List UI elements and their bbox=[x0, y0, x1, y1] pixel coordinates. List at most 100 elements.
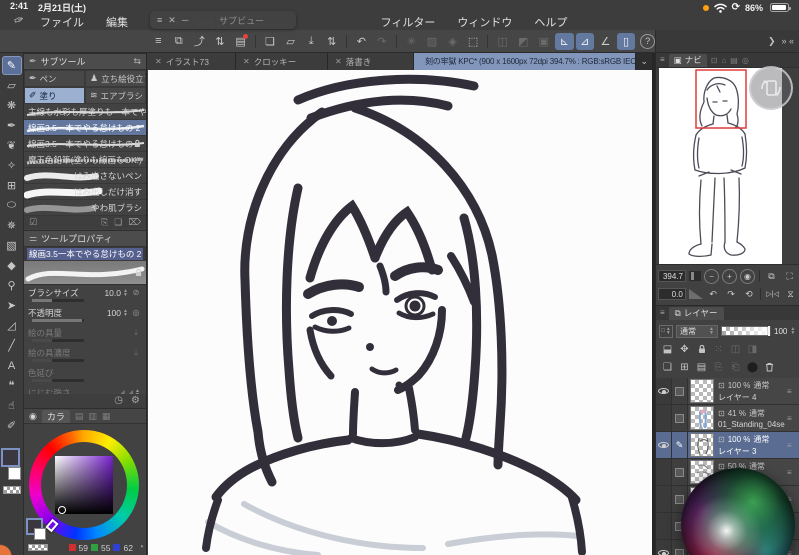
rotate-device-button[interactable] bbox=[749, 66, 793, 110]
lasso-tool-icon[interactable]: ⬭ bbox=[2, 196, 22, 215]
new-folder-icon[interactable]: ▤ bbox=[693, 360, 710, 375]
pen-tool-icon[interactable]: ✎ bbox=[1, 56, 22, 75]
doc-tab-active[interactable]: 刻の牢獄 KPC* (900 x 1600px 72dpi 394.7% : R… bbox=[414, 53, 637, 70]
shape-button[interactable]: ◈ bbox=[443, 33, 462, 50]
new-canvas-button[interactable]: ❏ bbox=[261, 33, 280, 50]
material-tab-icon[interactable]: ▤ bbox=[730, 56, 738, 65]
visibility-toggle[interactable] bbox=[656, 378, 672, 404]
clip-to-layer-below-icon[interactable]: ⬓ bbox=[659, 342, 676, 357]
color-set-tab-icon[interactable]: ▥ bbox=[88, 411, 97, 422]
enable-mask-icon[interactable]: ⁙ bbox=[710, 342, 727, 357]
set-as-draft-icon[interactable]: ◫ bbox=[727, 342, 744, 357]
tab-close-icon[interactable]: ✕ bbox=[335, 57, 342, 66]
info-tab-icon[interactable]: ⊡ bbox=[711, 56, 718, 65]
subview-palette-titlebar[interactable]: ≡ ✕ ─ サブビュー bbox=[150, 11, 296, 29]
size-unit-button[interactable]: ⊘ bbox=[130, 288, 142, 297]
flip-vertical-button[interactable]: ⧖ bbox=[783, 287, 798, 302]
layer-tab[interactable]: ⧉ レイヤー bbox=[668, 306, 724, 320]
visibility-toggle[interactable] bbox=[656, 486, 672, 512]
check-all-icon[interactable]: ☑ bbox=[29, 218, 37, 227]
stepper-icon[interactable]: ▲▼ bbox=[121, 308, 130, 317]
help-button[interactable]: ? bbox=[640, 33, 656, 49]
refresh-button[interactable]: ✳ bbox=[402, 33, 421, 50]
gallery-button[interactable]: ▤ bbox=[231, 33, 250, 50]
layer-menu-icon[interactable]: ≡ bbox=[787, 459, 799, 485]
visibility-toggle[interactable] bbox=[656, 540, 672, 555]
layer-menu-icon[interactable]: ≡ bbox=[787, 405, 799, 431]
lock-transparent-pixels-icon[interactable]: ✥ bbox=[676, 342, 693, 357]
brush-item[interactable]: はみ出しだけ消す bbox=[24, 184, 146, 200]
brush-item[interactable]: 線画3.5一本でやる怠けもの bbox=[24, 136, 146, 152]
wrench-icon[interactable]: ⚙ bbox=[131, 396, 140, 406]
panel-expand-icon[interactable]: ❯ bbox=[768, 36, 776, 46]
subtool-tab-airbrush[interactable]: ≋ エアブラシ bbox=[85, 87, 146, 104]
redo-button[interactable]: ↷ bbox=[373, 33, 392, 50]
line-tool-icon[interactable]: ╱ bbox=[2, 336, 22, 355]
navigator-tab[interactable]: ▣ ナビ bbox=[668, 53, 707, 67]
stepper-icon[interactable]: ▲▼ bbox=[121, 288, 130, 297]
tab-list-chevron-icon[interactable]: ⌄ bbox=[636, 53, 652, 70]
flip-horizontal-button[interactable]: ▷|◁ bbox=[765, 287, 780, 302]
hand-tool-icon[interactable]: ☝ bbox=[2, 396, 22, 415]
background-color-swatch[interactable] bbox=[34, 528, 46, 540]
layer-row-3-selected[interactable]: ✎ ⊡ 100 % 通常 レイヤー 3 ≡ bbox=[656, 432, 799, 459]
menu-filter[interactable]: フィルター bbox=[381, 14, 436, 30]
rotate-right-button[interactable]: ↷ bbox=[724, 287, 739, 302]
tab-close-icon[interactable]: ✕ bbox=[155, 57, 162, 66]
menu-window[interactable]: ウィンドウ bbox=[457, 14, 512, 30]
layer-thumbnail[interactable] bbox=[690, 406, 714, 430]
brush-size-slider[interactable] bbox=[32, 299, 84, 302]
panel-collapse-icon[interactable]: » « bbox=[781, 36, 794, 46]
color-stretch-slider[interactable] bbox=[32, 379, 84, 382]
visibility-toggle[interactable] bbox=[656, 513, 672, 539]
layer-thumbnail[interactable] bbox=[690, 433, 714, 457]
paint-density-icon[interactable]: ⤓ bbox=[130, 348, 142, 358]
layer-menu-icon[interactable]: ≡ bbox=[787, 432, 799, 458]
paint-amount-slider[interactable] bbox=[32, 339, 84, 342]
rotate-angle-field[interactable]: 0.0 bbox=[658, 288, 686, 300]
visibility-toggle[interactable] bbox=[656, 405, 672, 431]
window-mode-button[interactable]: ⧉ bbox=[170, 33, 189, 50]
delete-layer-icon[interactable] bbox=[761, 360, 778, 375]
paint-amount-icon[interactable]: ⤓ bbox=[130, 328, 142, 338]
layer-row-1[interactable]: ⊡ 100 % 通常 レイヤー 4 ≡ bbox=[656, 378, 799, 405]
angle-slider[interactable] bbox=[688, 289, 703, 299]
delete-subtool-icon[interactable]: ⌦ bbox=[128, 218, 141, 227]
opacity-slider[interactable] bbox=[32, 319, 84, 322]
subtool-tab-pen[interactable]: ✒ ペン bbox=[24, 70, 85, 87]
select-rect-button[interactable]: ◫ bbox=[493, 33, 512, 50]
main-menu-button[interactable]: ≡ bbox=[149, 33, 168, 50]
layer-mask-icon[interactable]: ⬤ bbox=[744, 360, 761, 375]
gradient-tool-icon[interactable]: ▧ bbox=[2, 236, 22, 255]
menu-help[interactable]: ヘルプ bbox=[534, 14, 567, 30]
visibility-toggle[interactable] bbox=[656, 459, 672, 485]
balloon-tool-icon[interactable]: ❝ bbox=[2, 376, 22, 395]
visibility-toggle[interactable] bbox=[656, 432, 672, 458]
select-area-button[interactable]: ▣ bbox=[535, 33, 554, 50]
layer-opacity-value[interactable]: 100 bbox=[774, 327, 787, 336]
fit-to-width-button[interactable]: ⛶ bbox=[782, 269, 797, 284]
menu-edit[interactable]: 編集 bbox=[106, 14, 128, 30]
collapse-button-1[interactable]: ⇅ bbox=[211, 33, 230, 50]
editing-target-icon[interactable]: ✎ bbox=[672, 432, 688, 458]
subtool-swap-icon[interactable]: ⇆ bbox=[133, 57, 141, 66]
layer-thumbnail[interactable] bbox=[690, 379, 714, 403]
copy-subtool-icon[interactable]: ⎘ bbox=[101, 218, 108, 227]
quick-color-swatch[interactable] bbox=[0, 541, 20, 555]
layer-select-checkbox[interactable] bbox=[672, 405, 688, 431]
color-history-tab-icon[interactable]: ▦ bbox=[102, 411, 111, 422]
color-slider-tab-icon[interactable]: ▤ bbox=[75, 411, 84, 422]
brush-item-selected[interactable]: 線画3.5一本でやる怠けもの 2 bbox=[24, 120, 146, 136]
brush-item[interactable]: 魔王色鉛筆(塗りも線画もOK!) bbox=[24, 152, 146, 168]
doc-tab-1[interactable]: ✕ イラスト73 bbox=[148, 53, 236, 70]
ruler-range-icon[interactable]: ◨ bbox=[744, 342, 761, 357]
open-file-button[interactable]: ▱ bbox=[281, 33, 300, 50]
color-tab-active[interactable]: カラ bbox=[41, 409, 70, 423]
zoom-in-button[interactable]: + bbox=[722, 268, 737, 284]
brush-item[interactable]: はみ出さないペン bbox=[24, 168, 146, 184]
layer-color-box[interactable]: □ ▲ ▼ bbox=[659, 324, 673, 338]
layer-row-2[interactable]: ⊡ 41 % 通常 01_Standing_04se ≡ bbox=[656, 405, 799, 432]
menu-file[interactable]: ファイル bbox=[40, 14, 84, 30]
color-options-icon[interactable]: ◔ bbox=[138, 542, 144, 553]
opacity-dyn-button[interactable]: ◎ bbox=[130, 308, 142, 317]
